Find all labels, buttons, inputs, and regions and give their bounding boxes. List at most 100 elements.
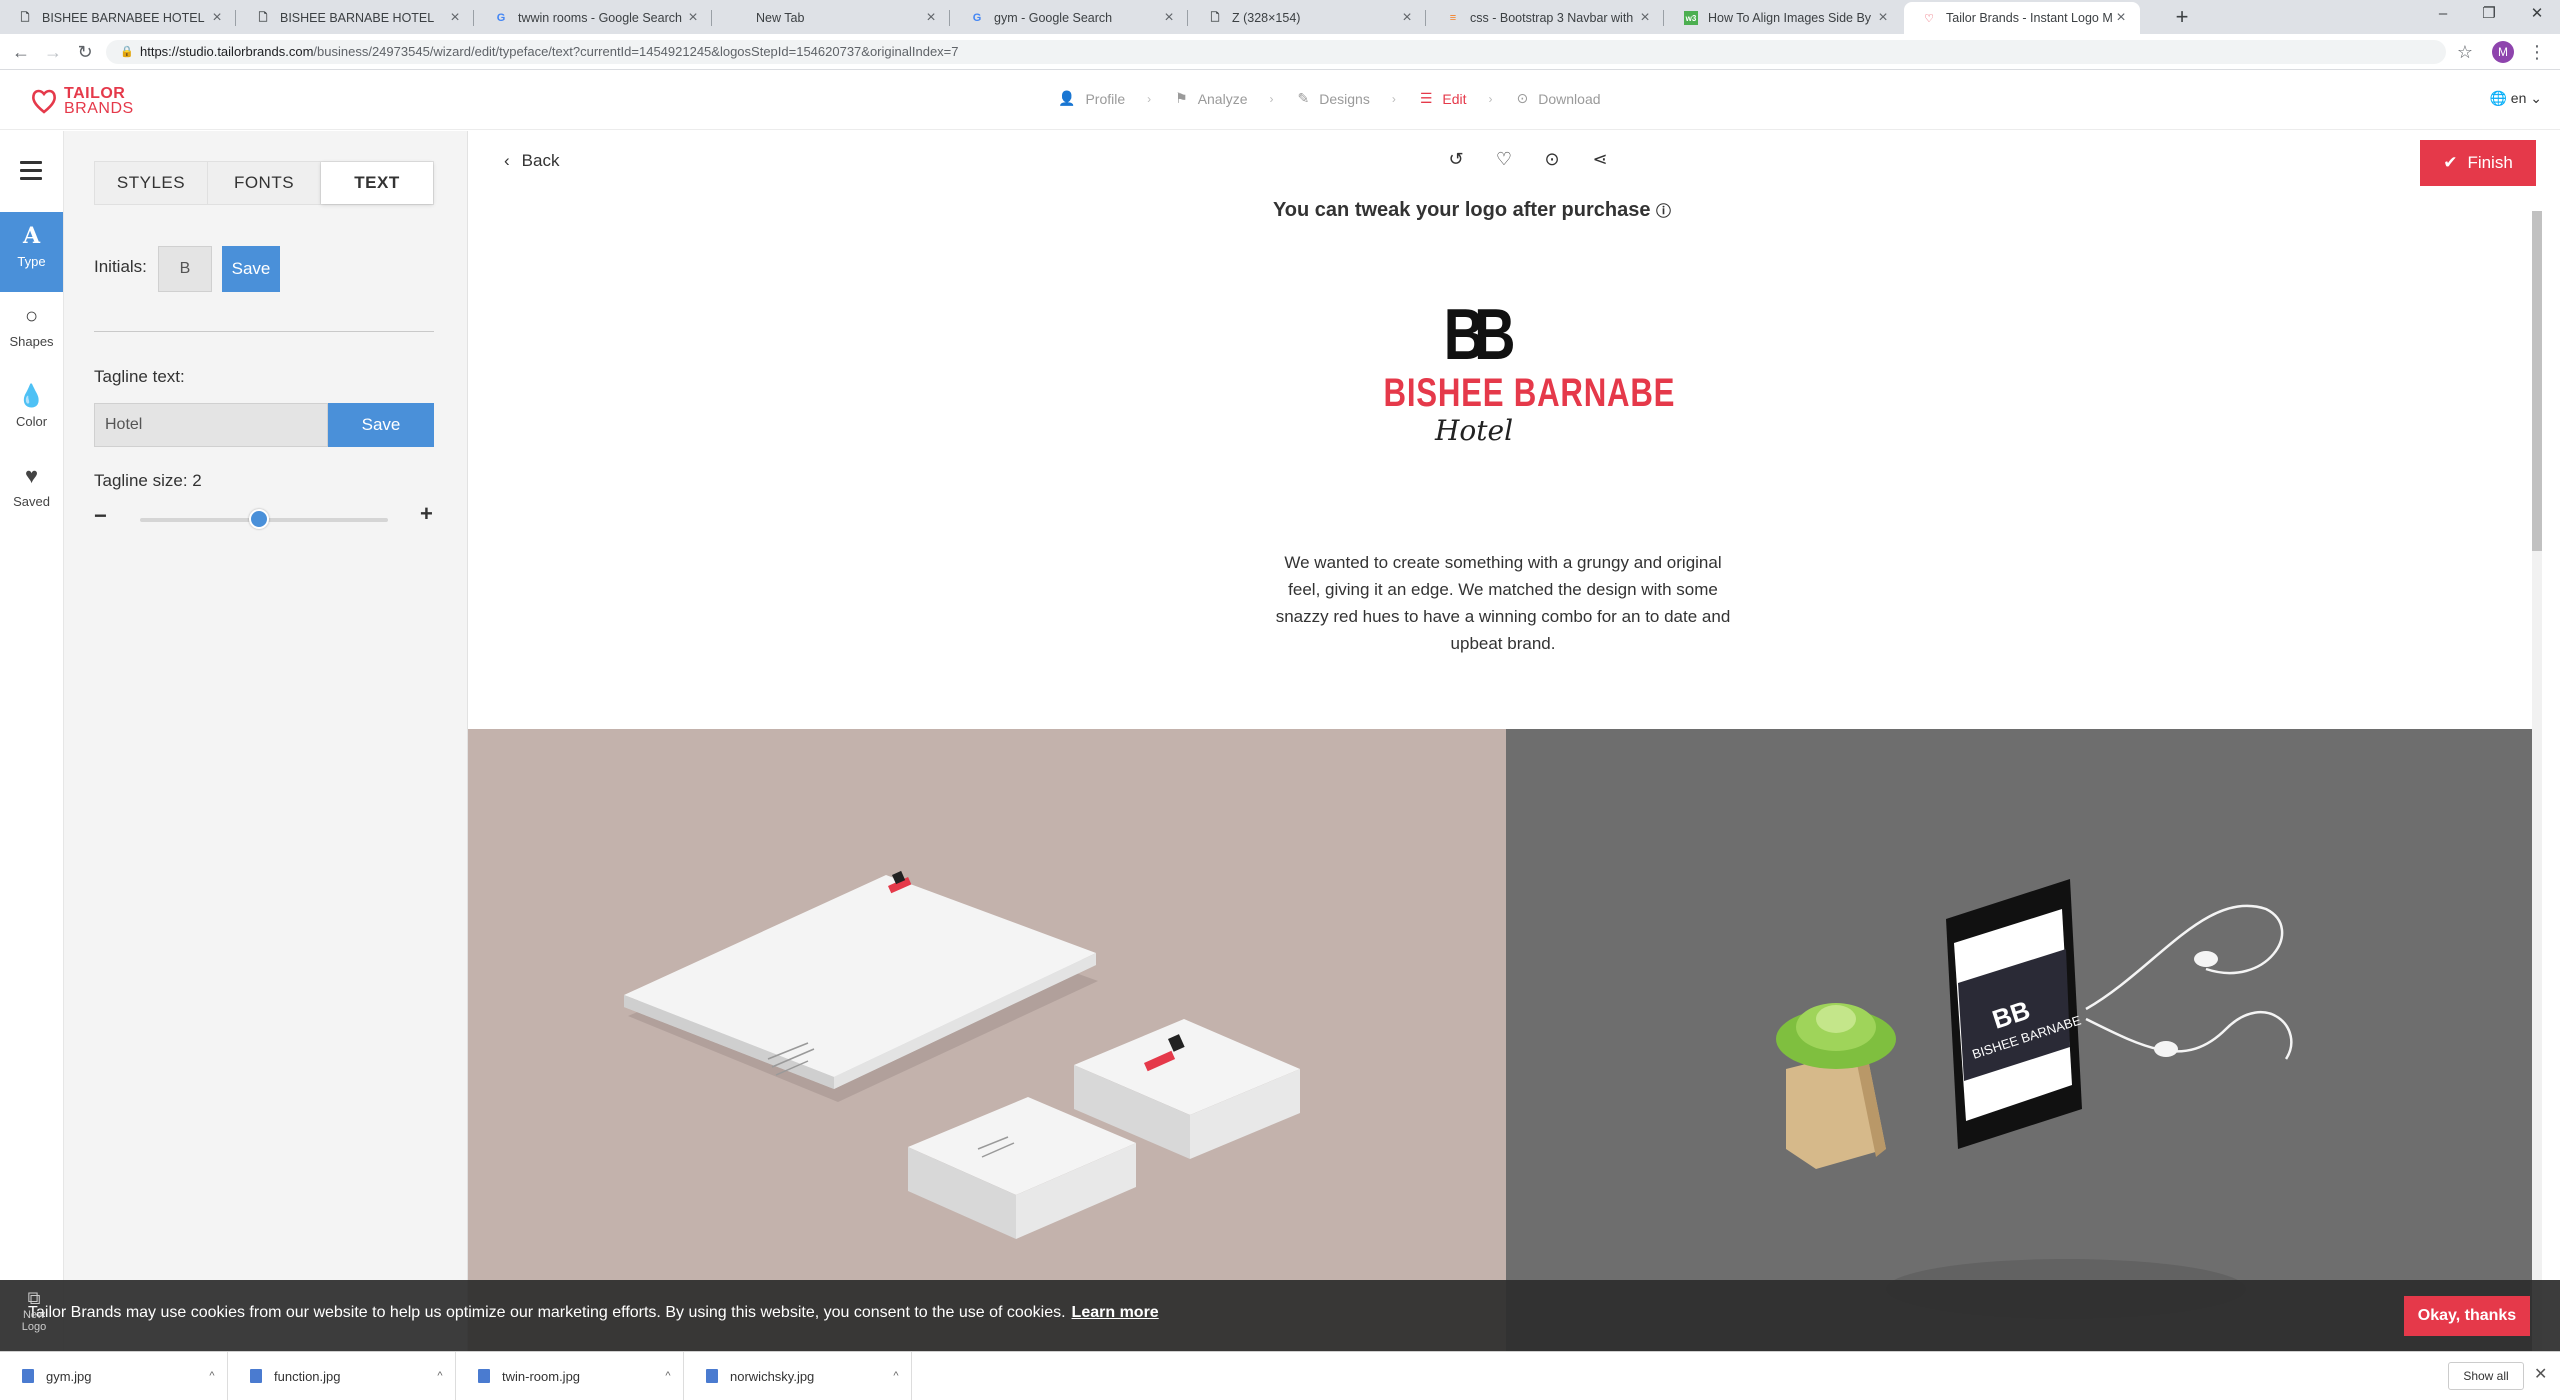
chevron-up-icon[interactable]: ^	[881, 1370, 911, 1382]
rail-item-type[interactable]: A Type	[0, 212, 63, 292]
panel-tabs: STYLES FONTS TEXT	[94, 161, 434, 205]
page-icon: 🗋	[20, 11, 30, 24]
tab-title: New Tab	[756, 11, 805, 25]
chevron-right-icon: ›	[1488, 91, 1493, 106]
plus-icon[interactable]: +	[420, 501, 433, 527]
step-designs[interactable]: ✎ Designs ›	[1298, 90, 1396, 107]
step-edit[interactable]: ☰ Edit ›	[1420, 90, 1493, 107]
logo-tagline: Hotel	[1434, 414, 1514, 447]
forward-arrow-icon[interactable]: →	[40, 39, 66, 65]
browser-tab[interactable]: ≡ css - Bootstrap 3 Navbar with Lo ×	[1428, 2, 1664, 34]
profile-avatar[interactable]: M	[2492, 41, 2514, 63]
tab-styles[interactable]: STYLES	[95, 162, 208, 204]
browser-tab[interactable]: 🗋 BISHEE BARNABEE HOTEL ×	[0, 2, 236, 34]
browser-tab[interactable]: w3 How To Align Images Side By Sid ×	[1666, 2, 1902, 34]
tab-text[interactable]: TEXT	[321, 162, 433, 204]
save-tagline-button[interactable]: Save	[328, 403, 434, 447]
rail-label: Shapes	[9, 334, 54, 349]
share-icon[interactable]: ⋖	[1576, 149, 1624, 170]
rail-item-color[interactable]: 💧 Color	[0, 372, 63, 452]
cookie-banner: Tailor Brands may use cookies from our w…	[0, 1280, 2560, 1351]
browser-tab[interactable]: G twwin rooms - Google Search ×	[476, 2, 712, 34]
download-item[interactable]: function.jpg ^	[228, 1352, 456, 1400]
step-label: Designs	[1319, 90, 1370, 107]
download-item[interactable]: gym.jpg ^	[0, 1352, 228, 1400]
close-icon[interactable]: ×	[1636, 9, 1654, 27]
image-file-icon	[22, 1369, 34, 1383]
language-label: en	[2510, 90, 2527, 106]
menu-icon[interactable]	[20, 161, 42, 185]
minus-icon[interactable]: −	[94, 503, 107, 529]
star-icon[interactable]: ☆	[2452, 39, 2478, 65]
slider-handle[interactable]	[249, 509, 270, 529]
image-file-icon	[250, 1369, 262, 1383]
close-icon[interactable]: ×	[1874, 9, 1892, 27]
back-arrow-icon[interactable]: ←	[8, 39, 34, 65]
close-icon[interactable]: ×	[446, 9, 464, 27]
download-item[interactable]: norwichsky.jpg ^	[684, 1352, 912, 1400]
browser-tab-active[interactable]: ♡ Tailor Brands - Instant Logo Mak ×	[1904, 2, 2140, 34]
stackoverflow-icon: ≡	[1449, 12, 1457, 24]
scrollbar-thumb[interactable]	[2532, 211, 2542, 551]
brand-wordmark: TAILOR BRANDS	[64, 86, 134, 117]
download-name: norwichsky.jpg	[730, 1368, 815, 1384]
chevron-up-icon[interactable]: ^	[197, 1370, 227, 1382]
undo-icon[interactable]: ↺	[1432, 149, 1480, 170]
step-analyze[interactable]: ⚑ Analyze ›	[1175, 90, 1273, 107]
preview-icon[interactable]: ⊙	[1528, 149, 1576, 170]
close-icon[interactable]: ×	[1398, 9, 1416, 27]
restore-icon[interactable]: ❐	[2466, 0, 2512, 30]
back-button[interactable]: ‹ Back	[504, 151, 559, 171]
browser-tab[interactable]: 🗋 Z (328×154) ×	[1190, 2, 1426, 34]
language-selector[interactable]: 🌐 en ⌄	[2489, 90, 2542, 107]
close-icon[interactable]: ×	[1160, 9, 1178, 27]
kebab-menu-icon[interactable]: ⋮	[2524, 39, 2550, 65]
rail-item-shapes[interactable]: ○ Shapes	[0, 292, 63, 372]
new-logo-button[interactable]: ⧉ New Logo	[14, 1288, 54, 1333]
wizard-steps: 👤 Profile › ⚑ Analyze › ✎ Designs › ☰ Edit › ⊙ Do…	[1058, 90, 1625, 107]
download-item[interactable]: twin-room.jpg ^	[456, 1352, 684, 1400]
cookie-ok-button[interactable]: Okay, thanks	[2404, 1296, 2530, 1336]
url-field[interactable]: 🔒 https://studio.tailorbrands.com/busine…	[106, 40, 2446, 64]
heart-outline-icon[interactable]: ♡	[1480, 149, 1528, 170]
chevron-up-icon[interactable]: ^	[653, 1370, 683, 1382]
new-tab-button[interactable]: +	[2168, 4, 2196, 32]
tweak-text: You can tweak your logo after purchase	[1272, 199, 1651, 221]
rail-item-saved[interactable]: ♥ Saved	[0, 452, 63, 532]
close-shelf-icon[interactable]: ✕	[2534, 1364, 2547, 1384]
chevron-right-icon: ›	[1391, 91, 1396, 106]
download-name: twin-room.jpg	[502, 1368, 581, 1384]
browser-tab[interactable]: 🗋 BISHEE BARNABE HOTEL ×	[238, 2, 474, 34]
tailorbrands-logo[interactable]: TAILOR BRANDS	[30, 86, 134, 117]
tab-title: twwin rooms - Google Search	[518, 11, 682, 25]
step-profile[interactable]: 👤 Profile ›	[1058, 90, 1151, 107]
close-icon[interactable]: ×	[922, 9, 940, 27]
close-icon[interactable]: ×	[208, 9, 226, 27]
page-icon: 🗋	[1210, 11, 1220, 24]
save-initials-button[interactable]: Save	[222, 246, 280, 292]
canvas-toolbar: ↺ ♡ ⊙ ⋖	[1432, 149, 1624, 170]
address-bar-row: ← → ↻ 🔒 https://studio.tailorbrands.com/…	[0, 34, 2560, 70]
info-icon[interactable]: ⓘ	[1656, 203, 1671, 220]
initials-label: Initials:	[94, 257, 147, 276]
browser-tab[interactable]: New Tab ×	[714, 2, 950, 34]
finish-button[interactable]: ✔ Finish	[2420, 140, 2536, 186]
close-icon[interactable]: ×	[2112, 9, 2130, 27]
close-icon[interactable]: ×	[684, 9, 702, 27]
learn-more-link[interactable]: Learn more	[1072, 1304, 1159, 1321]
chevron-up-icon[interactable]: ^	[425, 1370, 455, 1382]
new-logo-label: New Logo	[21, 1309, 47, 1333]
tab-fonts[interactable]: FONTS	[208, 162, 321, 204]
reload-icon[interactable]: ↻	[72, 39, 98, 65]
logo-description: We wanted to create something with a gru…	[1275, 553, 1731, 653]
tagline-input[interactable]	[94, 403, 328, 447]
stationery-mockup	[468, 729, 1506, 1351]
minimize-icon[interactable]: –	[2420, 0, 2466, 30]
browser-tab[interactable]: G gym - Google Search ×	[952, 2, 1188, 34]
step-download[interactable]: ⊙ Download	[1517, 90, 1601, 107]
show-all-button[interactable]: Show all	[2448, 1362, 2524, 1390]
initials-input[interactable]	[158, 246, 212, 292]
main-canvas: ‹ Back ↺ ♡ ⊙ ⋖ ✔ Finish You can tweak your…	[468, 131, 2542, 1351]
image-file-icon	[478, 1369, 490, 1383]
close-window-icon[interactable]: ✕	[2514, 0, 2560, 30]
